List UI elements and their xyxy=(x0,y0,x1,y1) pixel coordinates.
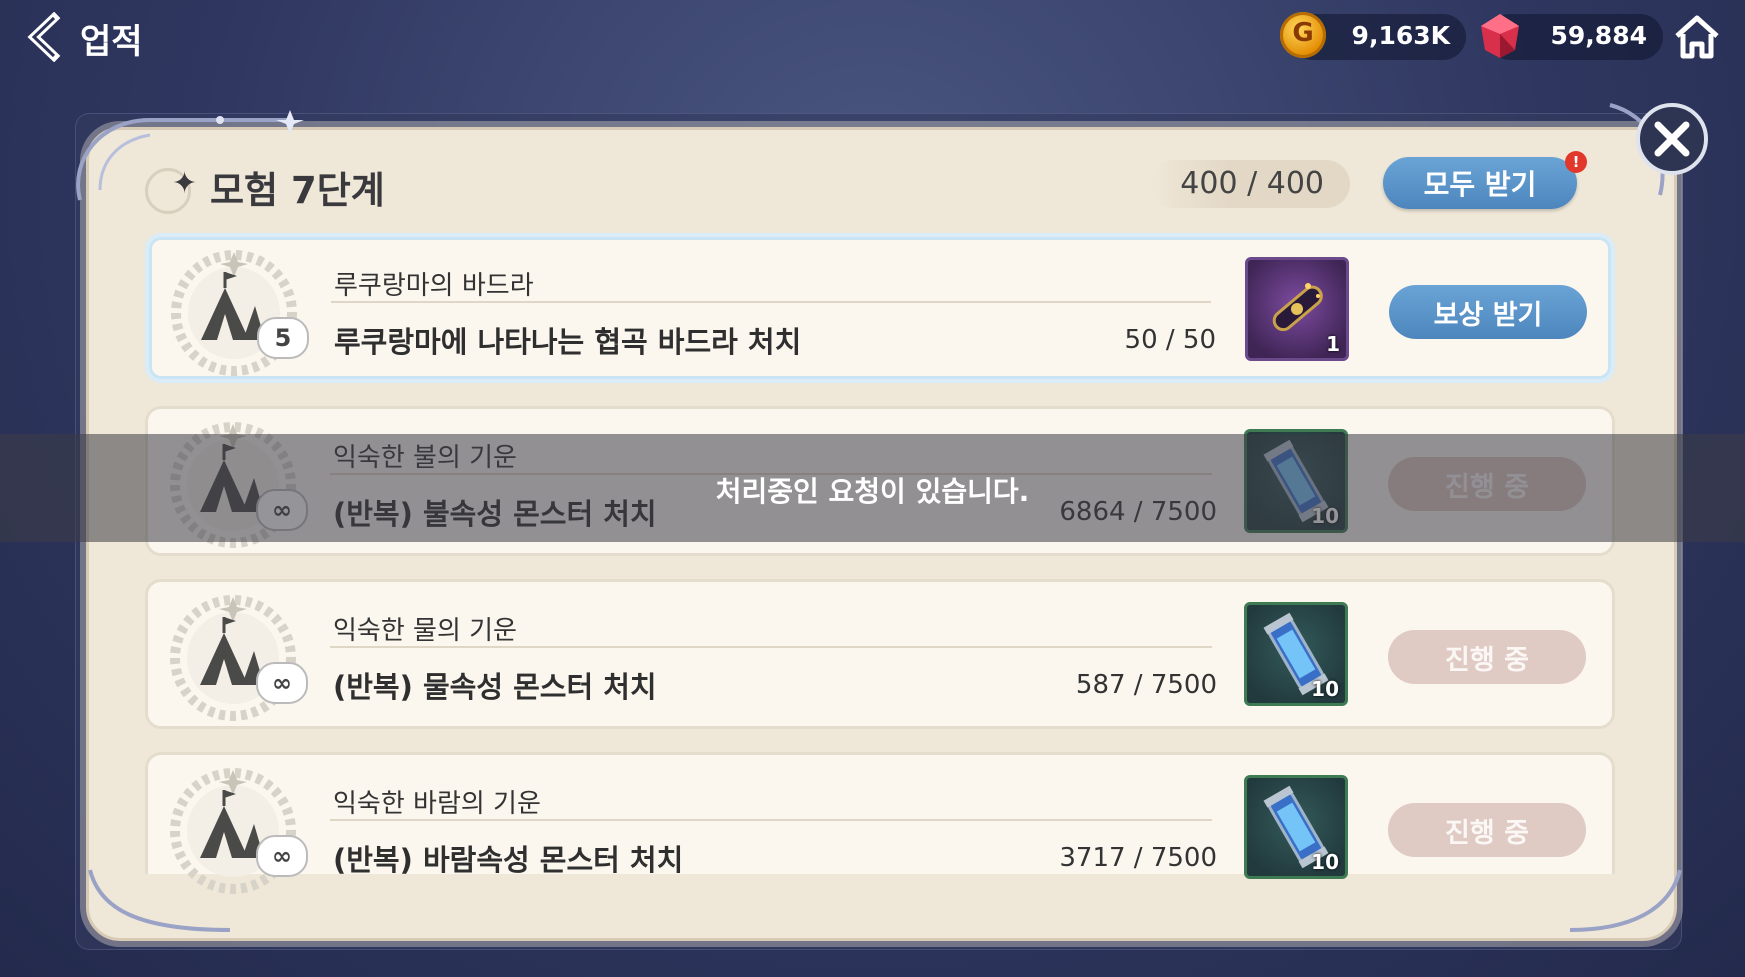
achievement-row-3: ∞ 익숙한 물의 기운 (반복) 물속성 몬스터 처치 587 / 7500 1… xyxy=(145,579,1615,729)
row-divider xyxy=(331,301,1211,303)
stage-score: 400 / 400 xyxy=(1180,166,1324,201)
achievement-progress: 3717 / 7500 xyxy=(1059,843,1217,873)
chevron-left-icon xyxy=(27,11,61,63)
claim-all-button[interactable]: 모두 받기 xyxy=(1383,157,1577,209)
tent-badge-icon xyxy=(170,768,296,894)
stage-title: 모험 7단계 xyxy=(210,169,385,212)
repeat-badge: 5 xyxy=(257,317,309,359)
sparkle-icon: ✦ xyxy=(172,166,198,201)
tent-badge-icon xyxy=(171,250,297,376)
achievement-title: 익숙한 바람의 기운 xyxy=(333,789,541,819)
gem-amount: 59,884 xyxy=(1550,21,1647,50)
ruby-icon xyxy=(1481,14,1519,58)
home-button[interactable] xyxy=(1672,12,1722,62)
claim-reward-button[interactable]: 보상 받기 xyxy=(1389,285,1587,339)
tent-badge-icon xyxy=(170,595,296,721)
reward-quantity: 1 xyxy=(1326,332,1340,356)
reward-item[interactable]: 1 xyxy=(1245,257,1349,361)
in-progress-button[interactable]: 진행 중 xyxy=(1388,803,1586,857)
reward-item[interactable]: 10 xyxy=(1244,775,1348,879)
toast-message: 처리중인 요청이 있습니다. xyxy=(715,475,1030,508)
achievement-description: 루쿠랑마에 나타나는 협곡 바드라 처치 xyxy=(334,325,802,359)
reward-quantity: 10 xyxy=(1311,677,1339,701)
gold-currency[interactable]: G 9,163K xyxy=(1280,12,1466,60)
page-title: 업적 xyxy=(80,22,143,62)
reward-item[interactable]: 10 xyxy=(1244,602,1348,706)
achievement-title: 루쿠랑마의 바드라 xyxy=(334,271,534,301)
stage-score-pill: 400 / 400 xyxy=(1150,160,1350,208)
repeat-badge: ∞ xyxy=(256,835,308,877)
row-divider xyxy=(330,646,1212,648)
gold-coin-icon: G xyxy=(1280,12,1326,58)
reward-quantity: 10 xyxy=(1311,850,1339,874)
close-icon xyxy=(1654,121,1690,157)
back-button[interactable] xyxy=(22,11,70,63)
close-button[interactable] xyxy=(1636,103,1708,175)
row-divider xyxy=(330,819,1212,821)
in-progress-button[interactable]: 진행 중 xyxy=(1388,630,1586,684)
notification-badge: ! xyxy=(1565,151,1587,173)
achievement-progress: 50 / 50 xyxy=(1124,325,1216,355)
achievement-title: 익숙한 물의 기운 xyxy=(333,616,517,646)
home-icon xyxy=(1675,15,1719,59)
gem-currency[interactable]: 59,884 xyxy=(1481,14,1663,60)
gold-amount: 9,163K xyxy=(1351,21,1450,50)
achievement-description: (반복) 바람속성 몬스터 처치 xyxy=(333,843,684,877)
achievement-progress: 587 / 7500 xyxy=(1075,670,1217,700)
repeat-badge: ∞ xyxy=(256,662,308,704)
processing-toast: 처리중인 요청이 있습니다. xyxy=(0,434,1745,542)
achievement-description: (반복) 물속성 몬스터 처치 xyxy=(333,670,657,704)
achievement-row-1: 5 루쿠랑마의 바드라 루쿠랑마에 나타나는 협곡 바드라 처치 50 / 50… xyxy=(145,233,1615,383)
achievement-row-4: ∞ 익숙한 바람의 기운 (반복) 바람속성 몬스터 처치 3717 / 750… xyxy=(145,752,1615,894)
